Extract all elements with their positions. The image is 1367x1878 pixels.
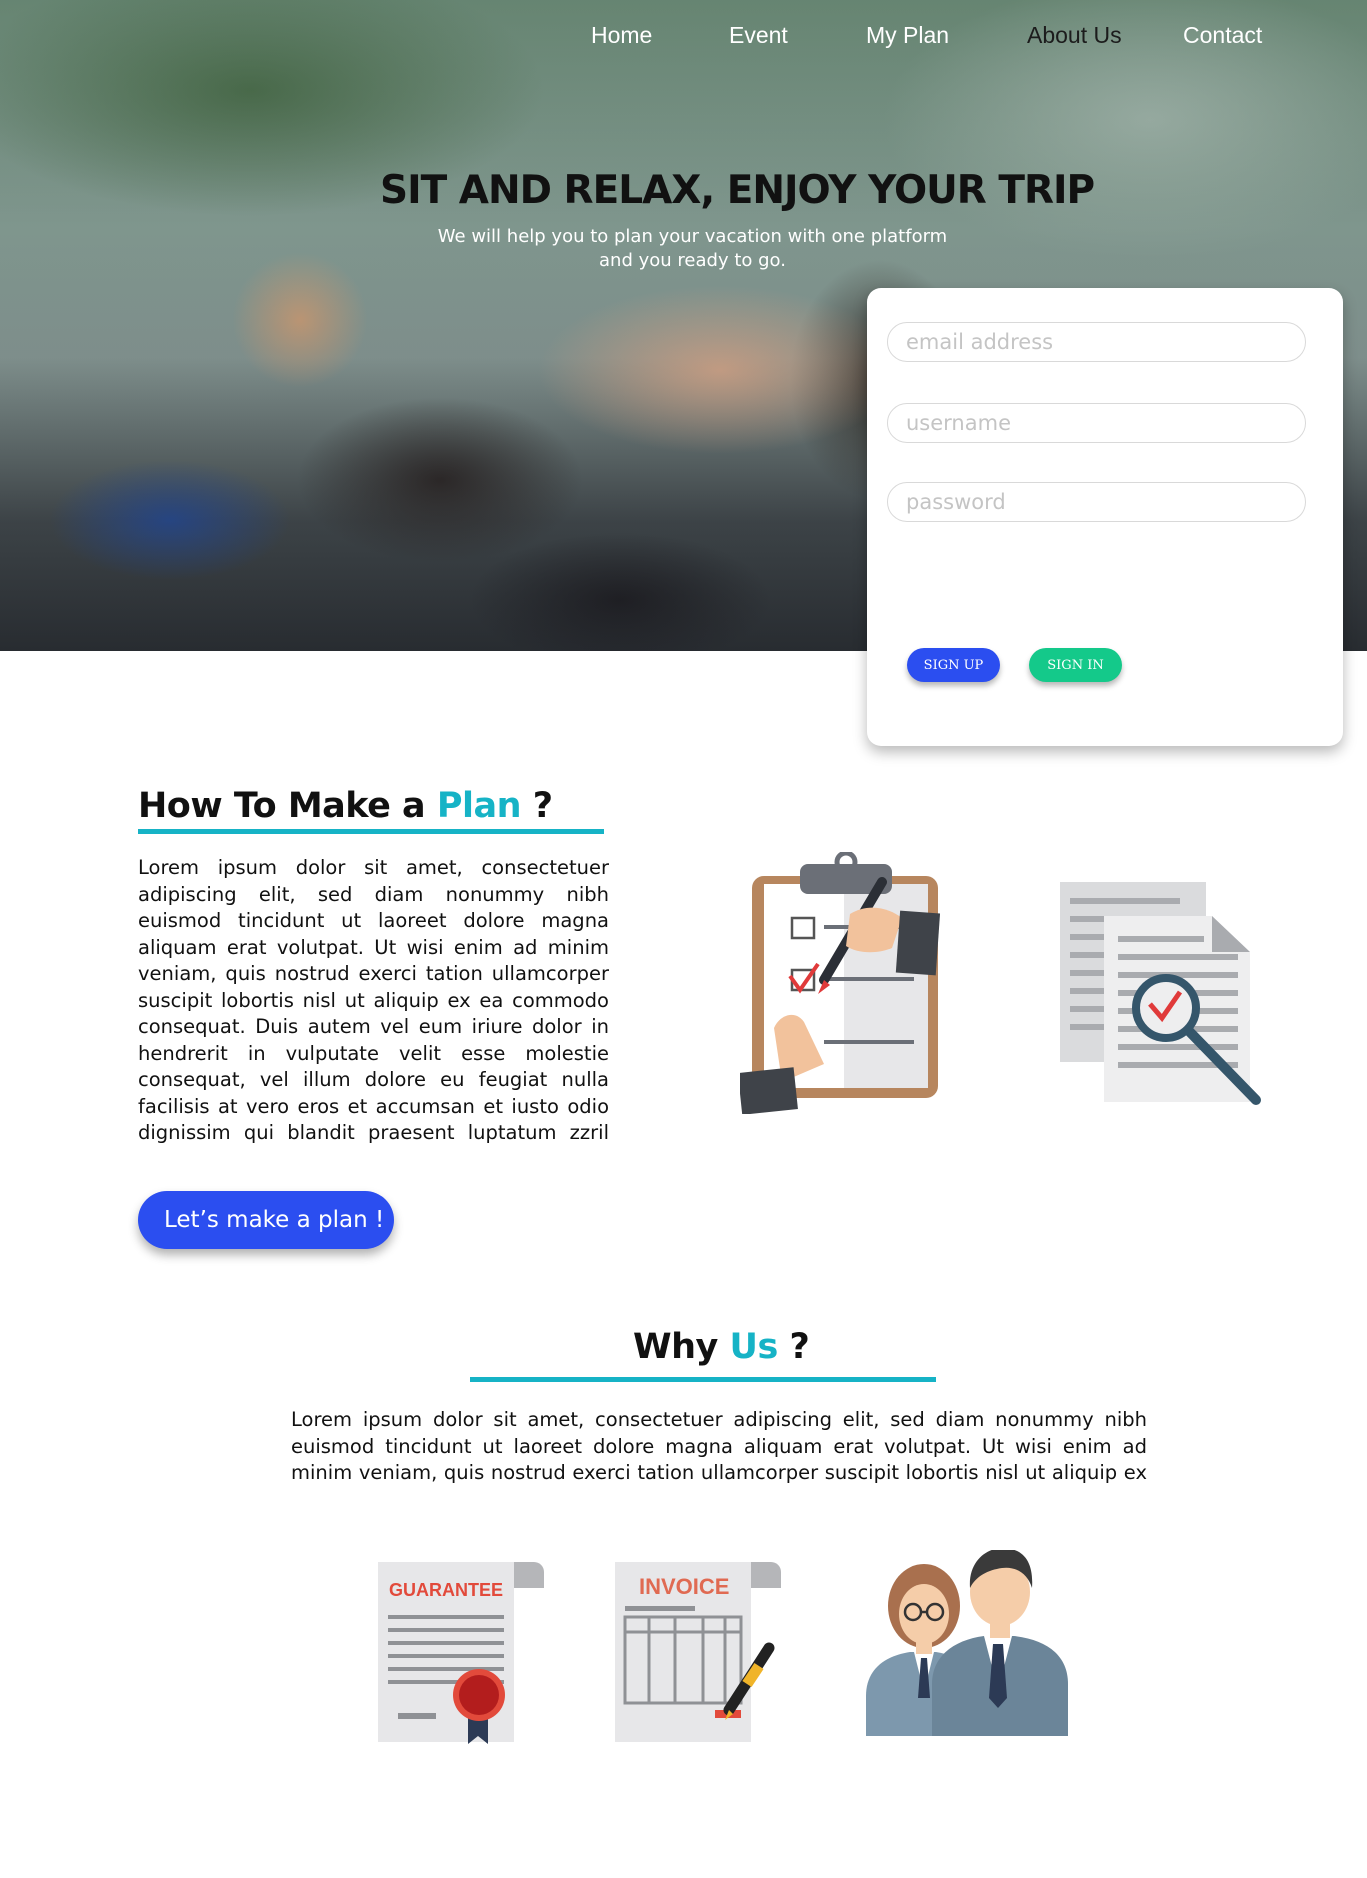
signup-card: SIGN UP SIGN IN <box>867 288 1343 746</box>
how-to-title-accent: Plan <box>436 786 522 826</box>
nav-home[interactable]: Home <box>591 22 652 49</box>
clipboard-checklist-icon <box>740 852 941 1114</box>
username-field[interactable] <box>887 403 1306 443</box>
hero-subtitle: We will help you to plan your vacation w… <box>420 225 965 273</box>
password-field[interactable] <box>887 482 1306 522</box>
email-field[interactable] <box>887 322 1306 362</box>
how-to-title-prefix: How To Make a <box>138 786 437 826</box>
hero-subtitle-line1: We will help you to plan your vacation w… <box>437 226 948 247</box>
nav-event[interactable]: Event <box>729 22 788 49</box>
hero-title: SIT AND RELAX, ENJOY YOUR TRIP <box>380 168 1095 213</box>
document-search-icon <box>1060 882 1261 1105</box>
sign-in-button[interactable]: SIGN IN <box>1029 648 1122 682</box>
why-us-title-accent: Us <box>729 1327 779 1367</box>
how-to-underline <box>138 829 604 834</box>
invoice-label: INVOICE <box>639 1574 729 1599</box>
hero-subtitle-line2: and you ready to go. <box>599 250 786 271</box>
nav-about-us[interactable]: About Us <box>1027 22 1122 49</box>
why-us-title-suffix: ? <box>777 1327 810 1367</box>
nav-my-plan[interactable]: My Plan <box>866 22 949 49</box>
business-people-icon <box>866 1550 1068 1736</box>
sign-up-button[interactable]: SIGN UP <box>907 648 1000 682</box>
why-us-underline <box>470 1377 936 1382</box>
why-us-title-prefix: Why <box>633 1327 730 1367</box>
guarantee-certificate-icon: GUARANTEE <box>378 1562 544 1744</box>
invoice-pen-icon: INVOICE <box>615 1562 781 1742</box>
make-plan-button[interactable]: Let’s make a plan ! <box>138 1191 394 1249</box>
how-to-paragraph: Lorem ipsum dolor sit amet, consectetuer… <box>138 856 609 1148</box>
main-nav: Home Event My Plan About Us Contact <box>0 22 1367 52</box>
guarantee-label: GUARANTEE <box>389 1580 503 1600</box>
nav-contact[interactable]: Contact <box>1183 22 1262 49</box>
how-to-title-suffix: ? <box>521 786 553 826</box>
why-us-paragraph: Lorem ipsum dolor sit amet, consectetuer… <box>291 1408 1147 1489</box>
why-us-title: Why Us ? <box>633 1327 810 1367</box>
how-to-title: How To Make a Plan ? <box>138 786 553 826</box>
